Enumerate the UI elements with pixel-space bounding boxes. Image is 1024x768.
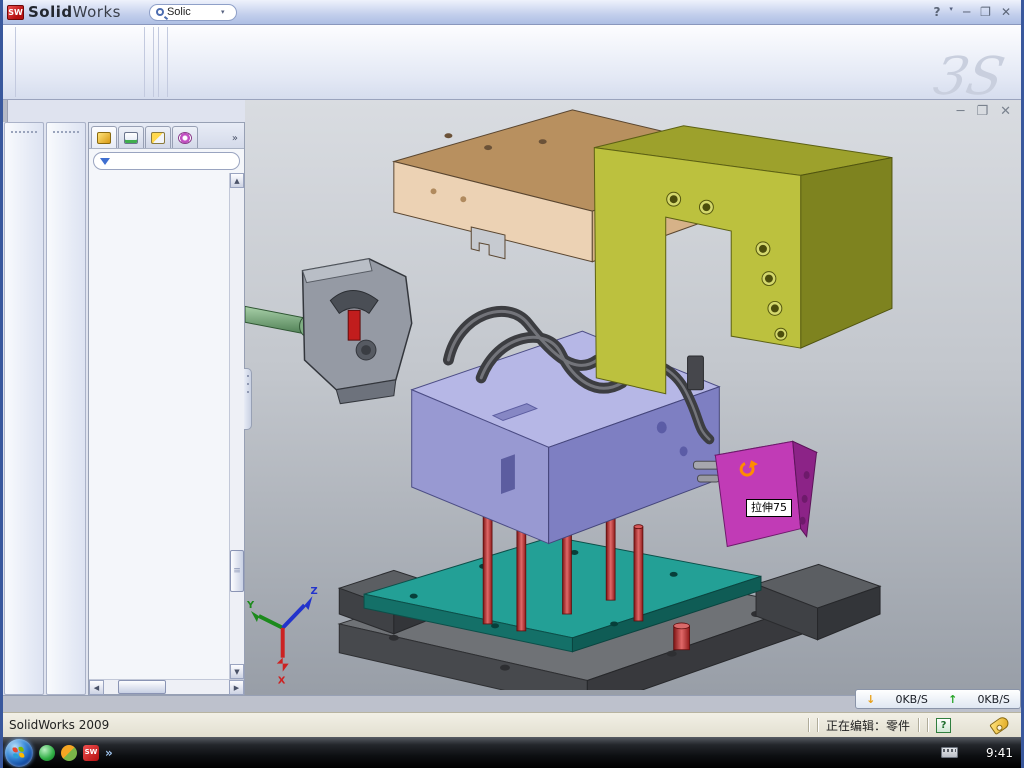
search-box[interactable]: ▾ (149, 4, 237, 21)
help-dropdown-icon[interactable]: ▾ (949, 5, 953, 19)
triad-x-label: X (278, 675, 286, 686)
tree-filter-box[interactable] (93, 152, 240, 170)
app-logo: SW SolidWorks (3, 3, 131, 21)
configurationmanager-icon (151, 132, 165, 144)
sketch-group-left (7, 27, 16, 97)
part-slide-clamp[interactable] (303, 259, 412, 404)
upload-arrow-icon: ↑ (948, 693, 957, 706)
graphics-viewport[interactable]: ─ ❐ ✕ (245, 100, 1021, 695)
doc-close-button[interactable]: ✕ (1000, 104, 1011, 119)
close-button[interactable]: ✕ (1001, 5, 1011, 19)
featuremanager-tab[interactable] (91, 126, 117, 148)
taskbar-clock: 9:41 (986, 746, 1013, 760)
quick-tips-button[interactable]: ? (936, 718, 951, 733)
help-button[interactable]: ? (933, 5, 940, 19)
windows-flag-icon (12, 746, 25, 759)
quick-launch: SW » (39, 745, 113, 761)
brand-rest: Works (73, 3, 121, 21)
sketch-group-mid (145, 27, 154, 97)
brand-bold: Solid (28, 3, 73, 21)
feature-tooltip: 拉伸75 (746, 499, 792, 517)
network-speed-widget: ↓ 0KB/S ↑ 0KB/S (855, 689, 1021, 709)
launcher-icon[interactable] (61, 745, 77, 761)
filter-row (89, 149, 244, 173)
app-title: SolidWorks (28, 3, 121, 21)
hscroll-track[interactable] (104, 680, 229, 694)
search-dropdown-icon[interactable]: ▾ (221, 8, 225, 16)
tree-horizontal-scrollbar[interactable]: ◀ ▶ (89, 679, 244, 694)
doc-restore-button[interactable]: ❐ (976, 104, 988, 119)
scroll-track[interactable] (230, 188, 244, 664)
sketch-entities-grid (16, 27, 145, 97)
dimxpertmanager-tab[interactable] (172, 126, 198, 148)
editing-status: 正在编辑：零件 (826, 717, 910, 734)
minimize-button[interactable]: ─ (963, 5, 970, 19)
configurationmanager-tab[interactable] (145, 126, 171, 148)
propertymanager-icon (124, 132, 138, 144)
document-window-controls: ─ ❐ ✕ (957, 104, 1011, 119)
featuremanager-panel: » ▲ ▼ ◀ ▶ (88, 122, 245, 695)
sketch-commandmanager-toolbar: ЗS (3, 25, 1021, 100)
sketch-group-right (159, 27, 168, 97)
scroll-right-button[interactable]: ▶ (229, 680, 244, 695)
system-tray: 9:41 (941, 746, 1021, 760)
search-icon (156, 8, 164, 16)
part-clamp-bracket[interactable] (594, 126, 892, 394)
surfaces-toolbar (46, 122, 86, 695)
left-toolbars (3, 122, 88, 695)
reference-triad: Y Z X (246, 586, 318, 686)
solidworks-launcher-icon[interactable]: SW (83, 745, 99, 761)
main-content: ─ ❐ ✕ (3, 100, 1021, 695)
triad-y-label: Y (246, 600, 255, 611)
start-button[interactable] (5, 739, 33, 767)
part-core-block[interactable] (412, 311, 720, 543)
status-bar: SolidWorks 2009 正在编辑：零件 ? (3, 712, 1021, 737)
tag-icon[interactable] (989, 715, 1011, 735)
title-bar: SW SolidWorks ▾ ? ▾ ─ ❐ ✕ (3, 0, 1021, 25)
scroll-up-button[interactable]: ▲ (230, 173, 244, 188)
dimxpertmanager-icon (178, 132, 192, 144)
scroll-down-button[interactable]: ▼ (230, 664, 244, 679)
dassault-watermark: ЗS (929, 47, 1010, 107)
quick-launch-more[interactable]: » (105, 746, 113, 760)
triad-z-label: Z (310, 586, 317, 597)
doc-minimize-button[interactable]: ─ (957, 104, 965, 119)
features-toolbar (4, 122, 44, 695)
filter-funnel-icon (100, 158, 110, 165)
panel-more-button[interactable]: » (228, 129, 242, 148)
windows-taskbar: SW » 9:41 (3, 737, 1021, 768)
commandmanager-tabs (3, 100, 8, 122)
search-input[interactable] (167, 6, 219, 18)
scroll-thumb[interactable] (230, 550, 244, 592)
tree-vertical-scrollbar[interactable]: ▲ ▼ (229, 173, 244, 679)
keyboard-layout-icon[interactable] (941, 747, 958, 758)
featuremanager-icon (97, 132, 111, 144)
download-arrow-icon: ↓ (866, 693, 875, 706)
filter-input[interactable] (114, 155, 256, 167)
solidworks-cube-icon: SW (7, 5, 24, 20)
messenger-icon[interactable] (39, 745, 55, 761)
propertymanager-tab[interactable] (118, 126, 144, 148)
hscroll-thumb[interactable] (118, 680, 166, 694)
download-speed: 0KB/S (895, 693, 927, 706)
solidworks-window: SW SolidWorks ▾ ? ▾ ─ ❐ ✕ ЗS (0, 0, 1024, 768)
part-side-block[interactable] (715, 441, 816, 546)
scroll-left-button[interactable]: ◀ (89, 680, 104, 695)
feature-tree (89, 173, 229, 679)
upload-speed: 0KB/S (977, 693, 1009, 706)
status-text: SolidWorks 2009 (9, 718, 109, 732)
assembly-3d-view: Y Z X (245, 100, 1021, 690)
panel-header-tabs: » (89, 123, 244, 149)
restore-button[interactable]: ❐ (980, 5, 991, 19)
small-red-cylinder[interactable] (674, 623, 690, 650)
panel-splitter-handle[interactable] (244, 368, 252, 430)
window-controls: ? ▾ ─ ❐ ✕ (933, 5, 1021, 19)
